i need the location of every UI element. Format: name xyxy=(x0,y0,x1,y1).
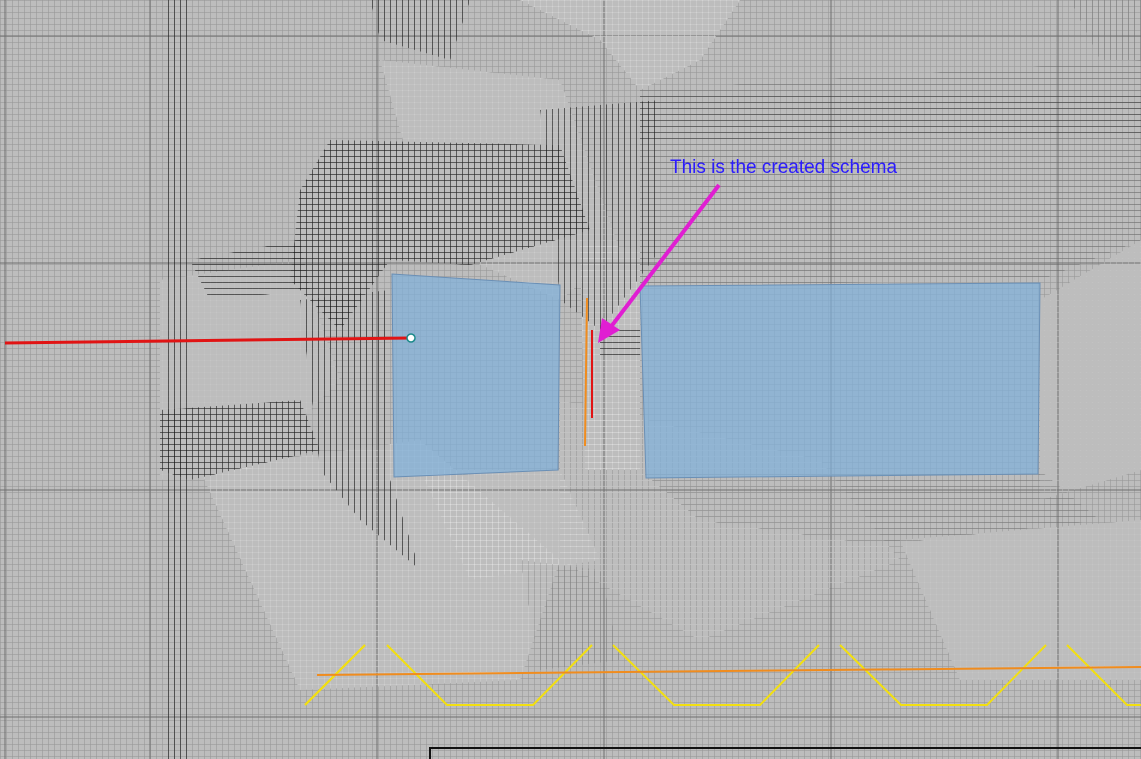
annotation-label: This is the created schema xyxy=(670,157,898,178)
schema-blocks[interactable] xyxy=(391,273,1041,479)
bottom-frame xyxy=(429,747,1141,759)
canvas-drawing[interactable] xyxy=(0,0,1141,759)
anchor-point-icon[interactable] xyxy=(406,333,416,343)
design-canvas[interactable]: This is the created schema xyxy=(0,0,1141,759)
schema-block-right[interactable] xyxy=(639,282,1041,479)
schema-block-left[interactable] xyxy=(391,273,561,478)
